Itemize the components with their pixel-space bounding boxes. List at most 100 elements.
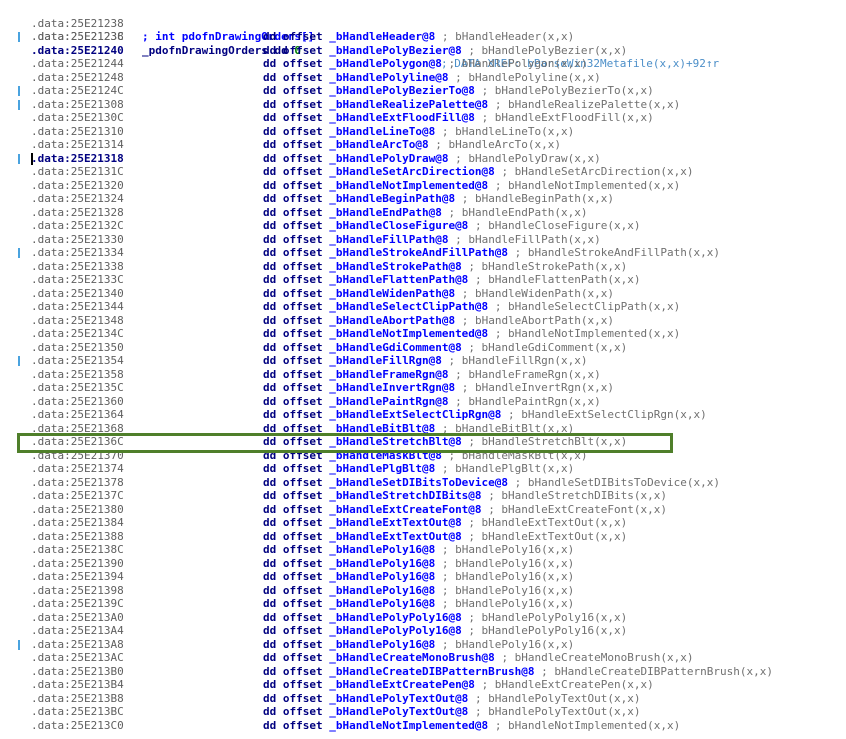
row-symbol-link[interactable]: _bHandleSetArcDirection@8 bbox=[329, 165, 495, 178]
table-row[interactable]: .data:25E2135C dd offset _bHandleInvertRg… bbox=[0, 381, 846, 395]
row-symbol-link[interactable]: _bHandleStrokeAndFillPath@8 bbox=[329, 246, 508, 259]
row-symbol-link[interactable]: _bHandleNotImplemented@8 bbox=[329, 327, 488, 340]
row-symbol-link[interactable]: _bHandlePolyBezierTo@8 bbox=[329, 84, 475, 97]
table-row[interactable]: .data:25E2131C dd offset _bHandleSetArcDi… bbox=[0, 165, 846, 179]
row-symbol-link[interactable]: _bHandleExtTextOut@8 bbox=[329, 516, 461, 529]
row-symbol-link[interactable]: _bHandleExtSelectClipRgn@8 bbox=[329, 408, 501, 421]
table-row[interactable]: .data:25E21358 dd offset _bHandleFrameRgn… bbox=[0, 368, 846, 382]
row-symbol-link[interactable]: _bHandleMaskBlt@8 bbox=[329, 449, 442, 462]
row-symbol-link[interactable]: _bHandleNotImplemented@8 bbox=[329, 179, 488, 192]
table-row[interactable]: .data:25E21394 dd offset _bHandlePoly16@8… bbox=[0, 570, 846, 584]
table-row[interactable]: .data:25E21340 dd offset _bHandleWidenPat… bbox=[0, 287, 846, 301]
row-symbol-link[interactable]: _bHandlePoly16@8 bbox=[329, 597, 435, 610]
table-row[interactable]: .data:25E21318 dd offset _bHandlePolyDraw… bbox=[0, 152, 846, 166]
row-symbol-link[interactable]: _bHandleExtCreatePen@8 bbox=[329, 678, 475, 691]
row-symbol-link[interactable]: _bHandlePolyDraw@8 bbox=[329, 152, 448, 165]
table-row[interactable]: .data:25E213BC dd offset _bHandlePolyText… bbox=[0, 705, 846, 719]
table-row[interactable]: .data:25E2134C dd offset _bHandleNotImple… bbox=[0, 327, 846, 341]
table-row[interactable]: .data:25E213B8 dd offset _bHandlePolyText… bbox=[0, 692, 846, 706]
row-symbol-link[interactable]: _bHandleInvertRgn@8 bbox=[329, 381, 455, 394]
row-symbol-link[interactable]: _bHandlePolyTextOut@8 bbox=[329, 705, 468, 718]
table-row[interactable]: .data:25E21368 dd offset _bHandleBitBlt@8… bbox=[0, 422, 846, 436]
table-row[interactable]: .data:25E2133C dd offset _bHandleFlattenP… bbox=[0, 273, 846, 287]
row-symbol-link[interactable]: _bHandleSetDIBitsToDevice@8 bbox=[329, 476, 508, 489]
table-row[interactable]: .data:25E21324 dd offset _bHandleBeginPat… bbox=[0, 192, 846, 206]
table-row[interactable]: .data:25E2136C dd offset _bHandleStretchB… bbox=[0, 435, 846, 449]
table-row[interactable]: .data:25E213A4 dd offset _bHandlePolyPoly… bbox=[0, 624, 846, 638]
row-symbol-link[interactable]: _bHandleHeader@8 bbox=[329, 30, 435, 43]
row-symbol-link[interactable]: _bHandleBitBlt@8 bbox=[329, 422, 435, 435]
row-symbol-link[interactable]: _bHandlePolyline@8 bbox=[329, 71, 448, 84]
table-row[interactable]: .data:25E21364 dd offset _bHandleExtSelec… bbox=[0, 408, 846, 422]
row-symbol-link[interactable]: _bHandleStretchDIBits@8 bbox=[329, 489, 481, 502]
table-row[interactable]: .data:25E213A8 dd offset _bHandlePoly16@8… bbox=[0, 638, 846, 652]
row-symbol-link[interactable]: _bHandleArcTo@8 bbox=[329, 138, 428, 151]
table-row[interactable]: .data:25E2139C dd offset _bHandlePoly16@8… bbox=[0, 597, 846, 611]
row-symbol-link[interactable]: _bHandleCreateMonoBrush@8 bbox=[329, 651, 495, 664]
table-row[interactable]: .data:25E21354 dd offset _bHandleFillRgn@… bbox=[0, 354, 846, 368]
row-symbol-link[interactable]: _bHandlePolyPoly16@8 bbox=[329, 624, 461, 637]
row-symbol-link[interactable]: _bHandleStretchBlt@8 bbox=[329, 435, 461, 448]
row-symbol-link[interactable]: _bHandlePolyPoly16@8 bbox=[329, 611, 461, 624]
row-symbol-link[interactable]: _bHandleExtTextOut@8 bbox=[329, 530, 461, 543]
table-row[interactable]: .data:25E213B4 dd offset _bHandleExtCreat… bbox=[0, 678, 846, 692]
row-symbol-link[interactable]: _bHandlePaintRgn@8 bbox=[329, 395, 448, 408]
table-row[interactable]: .data:25E21248 dd offset _bHandlePolyline… bbox=[0, 71, 846, 85]
table-row[interactable]: .data:25E21328 dd offset _bHandleEndPath@… bbox=[0, 206, 846, 220]
table-row[interactable]: .data:25E21398 dd offset _bHandlePoly16@8… bbox=[0, 584, 846, 598]
row-symbol-link[interactable]: _bHandlePoly16@8 bbox=[329, 557, 435, 570]
table-row[interactable]: .data:25E21240 dd offset _bHandlePolyBezi… bbox=[0, 44, 846, 58]
table-row[interactable]: .data:25E21348 dd offset _bHandleAbortPat… bbox=[0, 314, 846, 328]
row-symbol-link[interactable]: _bHandleSelectClipPath@8 bbox=[329, 300, 488, 313]
listing-header-decl-row[interactable]: .data:25E21238 _pdofnDrawingOrders dd 0 … bbox=[0, 17, 846, 70]
row-symbol-link[interactable]: _bHandleAbortPath@8 bbox=[329, 314, 455, 327]
row-symbol-link[interactable]: _bHandleFillPath@8 bbox=[329, 233, 448, 246]
row-symbol-link[interactable]: _bHandlePolygon@8 bbox=[329, 57, 442, 70]
table-row[interactable]: .data:25E213B0 dd offset _bHandleCreateDI… bbox=[0, 665, 846, 679]
disassembly-listing[interactable]: .data:25E21238 ; int pdofnDrawingOrders[… bbox=[0, 3, 846, 732]
table-row[interactable]: .data:25E213AC dd offset _bHandleCreateMo… bbox=[0, 651, 846, 665]
row-symbol-link[interactable]: _bHandleGdiComment@8 bbox=[329, 341, 461, 354]
row-symbol-link[interactable]: _bHandleLineTo@8 bbox=[329, 125, 435, 138]
row-symbol-link[interactable]: _bHandleCreateDIBPatternBrush@8 bbox=[329, 665, 534, 678]
table-row[interactable]: .data:25E21388 dd offset _bHandleExtTextO… bbox=[0, 530, 846, 544]
row-symbol-link[interactable]: _bHandleFrameRgn@8 bbox=[329, 368, 448, 381]
table-row[interactable]: .data:25E21380 dd offset _bHandleExtCreat… bbox=[0, 503, 846, 517]
table-row[interactable]: .data:25E2132C dd offset _bHandleCloseFig… bbox=[0, 219, 846, 233]
table-row[interactable]: .data:25E21378 dd offset _bHandleSetDIBit… bbox=[0, 476, 846, 490]
table-row[interactable]: .data:25E2124C dd offset _bHandlePolyBezi… bbox=[0, 84, 846, 98]
row-symbol-link[interactable]: _bHandlePoly16@8 bbox=[329, 638, 435, 651]
table-row[interactable]: .data:25E21374 dd offset _bHandlePlgBlt@8… bbox=[0, 462, 846, 476]
table-row[interactable]: .data:25E21308 dd offset _bHandleRealizeP… bbox=[0, 98, 846, 112]
table-row[interactable]: .data:25E21384 dd offset _bHandleExtTextO… bbox=[0, 516, 846, 530]
table-row[interactable]: .data:25E2123C dd offset _bHandleHeader@8… bbox=[0, 30, 846, 44]
row-symbol-link[interactable]: _bHandleCloseFigure@8 bbox=[329, 219, 468, 232]
row-symbol-link[interactable]: _bHandlePlgBlt@8 bbox=[329, 462, 435, 475]
row-symbol-link[interactable]: _bHandleFlattenPath@8 bbox=[329, 273, 468, 286]
row-symbol-link[interactable]: _bHandleFillRgn@8 bbox=[329, 354, 442, 367]
table-row[interactable]: .data:25E21344 dd offset _bHandleSelectCl… bbox=[0, 300, 846, 314]
table-row[interactable]: .data:25E2137C dd offset _bHandleStretchD… bbox=[0, 489, 846, 503]
row-symbol-link[interactable]: _bHandleExtFloodFill@8 bbox=[329, 111, 475, 124]
row-symbol-link[interactable]: _bHandleRealizePalette@8 bbox=[329, 98, 488, 111]
table-row[interactable]: .data:25E21320 dd offset _bHandleNotImple… bbox=[0, 179, 846, 193]
row-symbol-link[interactable]: _bHandlePolyTextOut@8 bbox=[329, 692, 468, 705]
table-row[interactable]: .data:25E21390 dd offset _bHandlePoly16@8… bbox=[0, 557, 846, 571]
table-row[interactable]: .data:25E2138C dd offset _bHandlePoly16@8… bbox=[0, 543, 846, 557]
table-row[interactable]: .data:25E21350 dd offset _bHandleGdiComme… bbox=[0, 341, 846, 355]
row-symbol-link[interactable]: _bHandlePoly16@8 bbox=[329, 543, 435, 556]
table-row[interactable]: .data:25E21244 dd offset _bHandlePolygon@… bbox=[0, 57, 846, 71]
table-row[interactable]: .data:25E21338 dd offset _bHandleStrokePa… bbox=[0, 260, 846, 274]
row-symbol-link[interactable]: _bHandleNotImplemented@8 bbox=[329, 719, 488, 732]
row-symbol-link[interactable]: _bHandlePoly16@8 bbox=[329, 570, 435, 583]
row-symbol-link[interactable]: _bHandleStrokePath@8 bbox=[329, 260, 461, 273]
table-row[interactable]: .data:25E21330 dd offset _bHandleFillPath… bbox=[0, 233, 846, 247]
row-symbol-link[interactable]: _bHandleEndPath@8 bbox=[329, 206, 442, 219]
row-symbol-link[interactable]: _bHandlePolyBezier@8 bbox=[329, 44, 461, 57]
table-row[interactable]: .data:25E21310 dd offset _bHandleLineTo@8… bbox=[0, 125, 846, 139]
table-row[interactable]: .data:25E213C0 dd offset _bHandleNotImple… bbox=[0, 719, 846, 733]
table-row[interactable]: .data:25E213A0 dd offset _bHandlePolyPoly… bbox=[0, 611, 846, 625]
row-symbol-link[interactable]: _bHandleExtCreateFont@8 bbox=[329, 503, 481, 516]
table-row[interactable]: .data:25E2130C dd offset _bHandleExtFlood… bbox=[0, 111, 846, 125]
table-row[interactable]: .data:25E21370 dd offset _bHandleMaskBlt@… bbox=[0, 449, 846, 463]
